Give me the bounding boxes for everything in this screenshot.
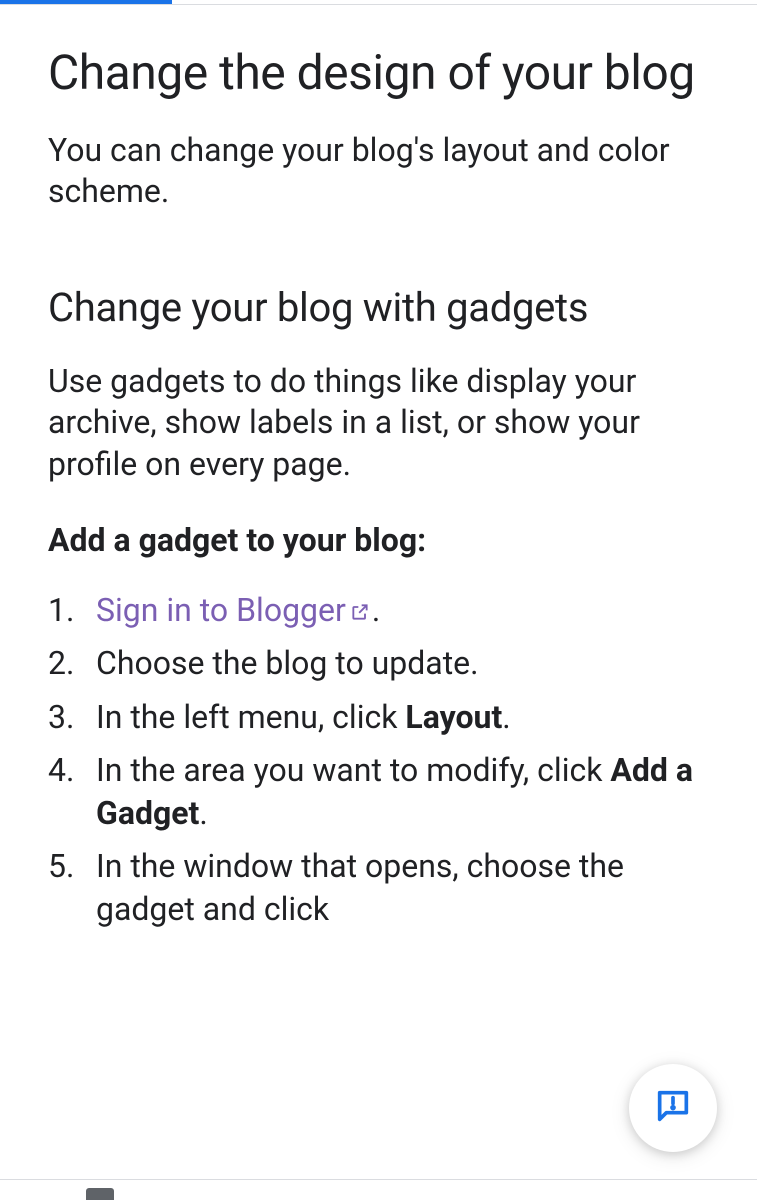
feedback-icon: [653, 1086, 693, 1130]
step-item: In the area you want to modify, click Ad…: [48, 749, 709, 835]
step-text: In the area you want to modify, click: [96, 751, 610, 789]
feedback-button[interactable]: [629, 1064, 717, 1152]
step-text: In the window that opens, choose the gad…: [96, 847, 624, 928]
step-item: Sign in to Blogger.: [48, 589, 709, 632]
page-title: Change the design of your blog: [48, 44, 709, 102]
steps-list: Sign in to Blogger. Choose the blog to u…: [48, 589, 709, 931]
step-item: In the window that opens, choose the gad…: [48, 845, 709, 931]
step-text: .: [372, 591, 380, 629]
step-text: In the left menu, click: [96, 698, 405, 736]
bottom-divider: [0, 1179, 757, 1180]
step-text: Choose the blog to update.: [96, 644, 479, 682]
section-subheading: Add a gadget to your blog:: [48, 520, 709, 562]
step-text: .: [199, 794, 207, 832]
step-item: In the left menu, click Layout.: [48, 696, 709, 739]
section-description: Use gadgets to do things like display yo…: [48, 361, 709, 486]
sign-in-link[interactable]: Sign in to Blogger: [96, 591, 346, 629]
page-intro: You can change your blog's layout and co…: [48, 130, 709, 213]
external-link-icon: [350, 590, 370, 633]
bottom-stub: [86, 1188, 114, 1200]
top-divider: [0, 4, 757, 5]
article-content: Change the design of your blog You can c…: [0, 0, 757, 931]
section-heading: Change your blog with gadgets: [48, 283, 709, 333]
step-item: Choose the blog to update.: [48, 642, 709, 685]
step-text: .: [502, 698, 510, 736]
step-bold: Layout: [405, 698, 502, 736]
